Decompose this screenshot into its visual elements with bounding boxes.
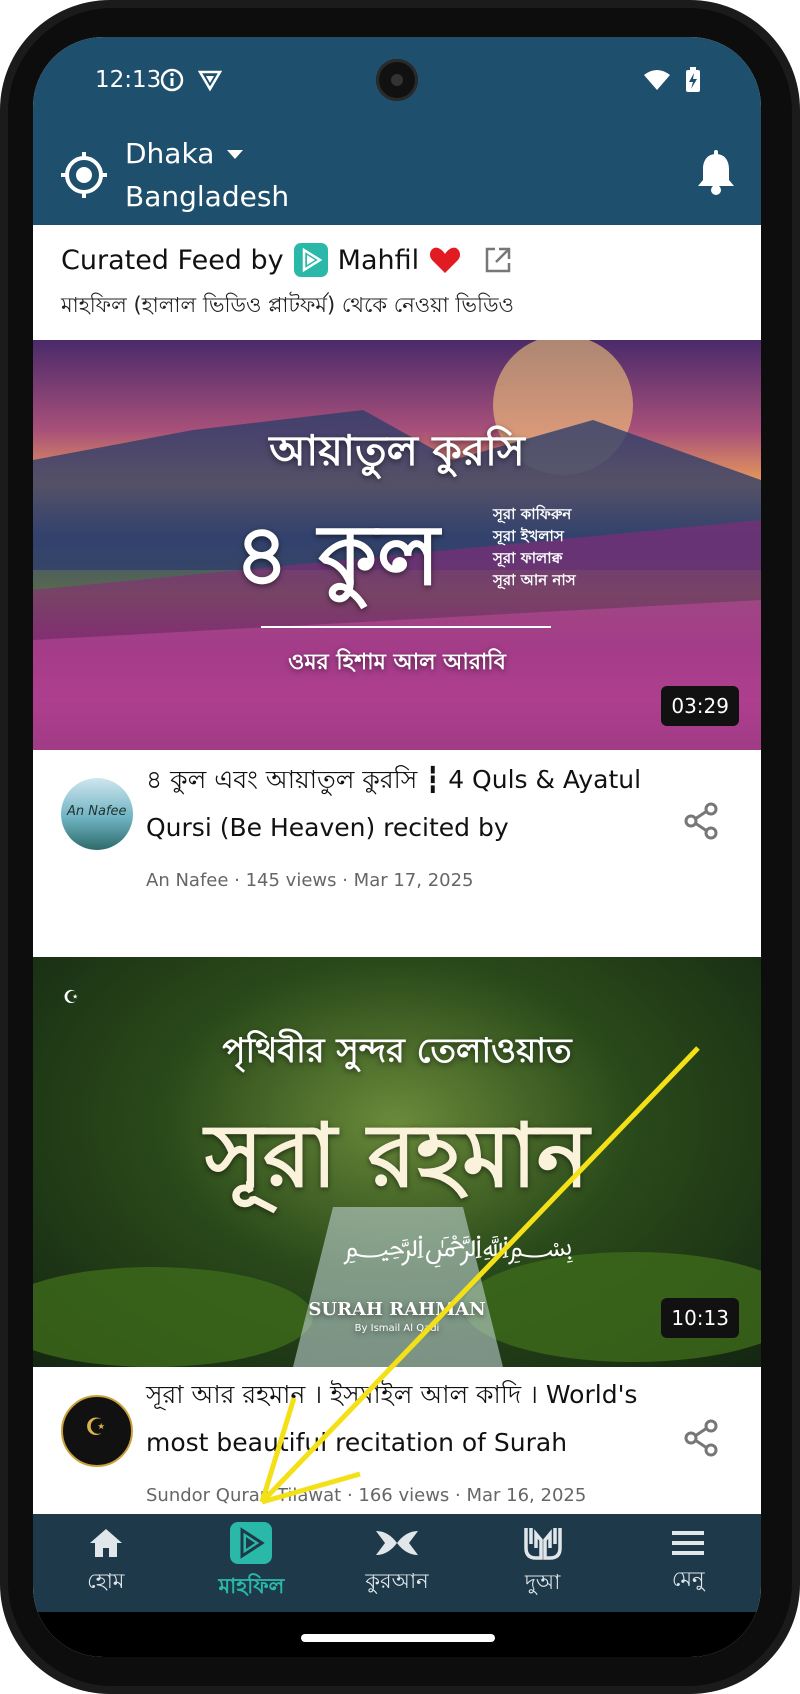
surah-item: সূরা ইখলাস — [493, 527, 564, 545]
chevron-down-icon — [227, 149, 244, 159]
thumbnail-1-big-text: ৪ কুল — [234, 506, 440, 604]
screen: 12:13 Dhaka Bangladesh Curated Feed by M… — [33, 37, 761, 1657]
nav-home[interactable]: হোম — [36, 1514, 176, 1612]
channel-avatar[interactable]: An Nafee — [61, 778, 133, 850]
thumbnail-2-footer-2: By Ismail Al Qadi — [354, 1323, 440, 1334]
play-icon — [230, 1521, 273, 1564]
nav-dua[interactable]: দুআ — [473, 1514, 613, 1612]
app-header: 12:13 Dhaka Bangladesh — [33, 37, 761, 225]
thumbnail-1-surah-list: সূরা কাফিরুন সূরা ইখলাস সূরা ফালাক্ব সূর… — [493, 503, 576, 591]
video-title[interactable]: ৪ কুল এবং আয়াতুল কুরসি ┇ 4 Quls & Ayatu… — [146, 756, 646, 852]
dua-hands-icon — [523, 1527, 562, 1560]
feed-subtitle: মাহফিল (হালাল ভিডিও প্লাটফর্ম) থেকে নেওয… — [61, 293, 514, 317]
home-gesture-bar[interactable] — [301, 1634, 495, 1642]
channel-watermark-icon: ☪ — [63, 987, 80, 1008]
video-title[interactable]: সূরা আর রহমান । ইসমাইল আল কাদি । World's… — [146, 1371, 646, 1467]
bottom-navigation: হোম মাহফিল কুরআন দুআ মেনু — [33, 1514, 761, 1612]
wifi-icon — [644, 70, 670, 90]
location-target-icon[interactable] — [59, 150, 109, 200]
home-icon — [89, 1528, 122, 1557]
feed-brand: Mahfil — [337, 244, 420, 276]
share-icon[interactable] — [683, 1419, 719, 1457]
battery-charging-icon — [686, 67, 700, 92]
arabic-calligraphy-icon: ﷽ — [343, 1229, 574, 1264]
notification-bell-icon[interactable] — [695, 150, 737, 196]
nav-label: মাহফিল — [218, 1573, 285, 1598]
surah-item: সূরা আন নাস — [493, 571, 576, 589]
thumbnail-1-title: আয়াতুল কুরসি — [269, 426, 525, 475]
quran-icon — [375, 1530, 418, 1555]
thumbnail-2-big-text: সূরা রহমান — [204, 1104, 590, 1207]
nav-menu[interactable]: মেনু — [618, 1514, 758, 1612]
heart-icon — [430, 247, 461, 273]
thumbnail-divider — [261, 626, 551, 628]
surah-item: সূরা কাফিরুন — [493, 505, 572, 523]
video-duration-badge: 03:29 — [661, 686, 739, 726]
video-duration-badge: 10:13 — [661, 1298, 739, 1338]
surah-item: সূরা ফালাক্ব — [493, 549, 563, 567]
nav-label: দুআ — [524, 1569, 561, 1594]
status-time: 12:13 — [95, 67, 162, 93]
avatar-text: An Nafee — [67, 804, 127, 819]
nav-quran[interactable]: কুরআন — [327, 1514, 467, 1612]
location-selector[interactable]: Dhaka — [125, 137, 244, 170]
status-icons — [159, 67, 223, 93]
external-link-icon[interactable] — [483, 245, 513, 275]
nav-label: মেনু — [671, 1566, 705, 1591]
video-info-2[interactable]: ☪ সূরা আর রহমান । ইসমাইল আল কাদি । World… — [33, 1367, 761, 1514]
feed-title-prefix: Curated Feed by — [61, 244, 284, 276]
video-info-1[interactable]: An Nafee ৪ কুল এবং আয়াতুল কুরসি ┇ 4 Qul… — [33, 750, 761, 957]
nav-label: কুরআন — [365, 1568, 429, 1593]
status-right — [643, 67, 701, 93]
video-meta: Sundor Quran Tilawat · 166 views · Mar 1… — [146, 1485, 587, 1506]
thumbnail-2-footer: SURAH RAHMAN — [308, 1299, 486, 1320]
video-meta: An Nafee · 145 views · Mar 17, 2025 — [146, 870, 474, 891]
phone-frame: 12:13 Dhaka Bangladesh Curated Feed by M… — [0, 0, 800, 1694]
city-label: Dhaka — [125, 137, 215, 170]
front-camera — [376, 59, 418, 101]
share-icon[interactable] — [683, 802, 719, 840]
feed-title: Curated Feed by Mahfil — [61, 243, 513, 277]
channel-avatar[interactable]: ☪ — [61, 1395, 133, 1467]
menu-icon — [672, 1530, 705, 1555]
video-thumbnail-2[interactable]: ☪ পৃথিবীর সুন্দর তেলাওয়াত সূরা রহমান ﷽ … — [33, 957, 761, 1367]
crescent-logo-icon: ☪ — [85, 1413, 107, 1441]
thumbnail-2-title: পৃথিবীর সুন্দর তেলাওয়াত — [222, 1031, 572, 1071]
country-label: Bangladesh — [125, 180, 290, 213]
mahfil-logo-icon — [293, 243, 328, 277]
nav-label: হোম — [87, 1568, 125, 1593]
nav-mahfil[interactable]: মাহফিল — [181, 1514, 321, 1612]
info-icon — [160, 68, 184, 92]
vpn-shield-icon — [197, 70, 223, 92]
thumbnail-1-footer: ওমর হিশাম আল আরাবি — [288, 650, 506, 675]
video-thumbnail-1[interactable]: আয়াতুল কুরসি ৪ কুল সূরা কাফিরুন সূরা ইখ… — [33, 340, 761, 750]
